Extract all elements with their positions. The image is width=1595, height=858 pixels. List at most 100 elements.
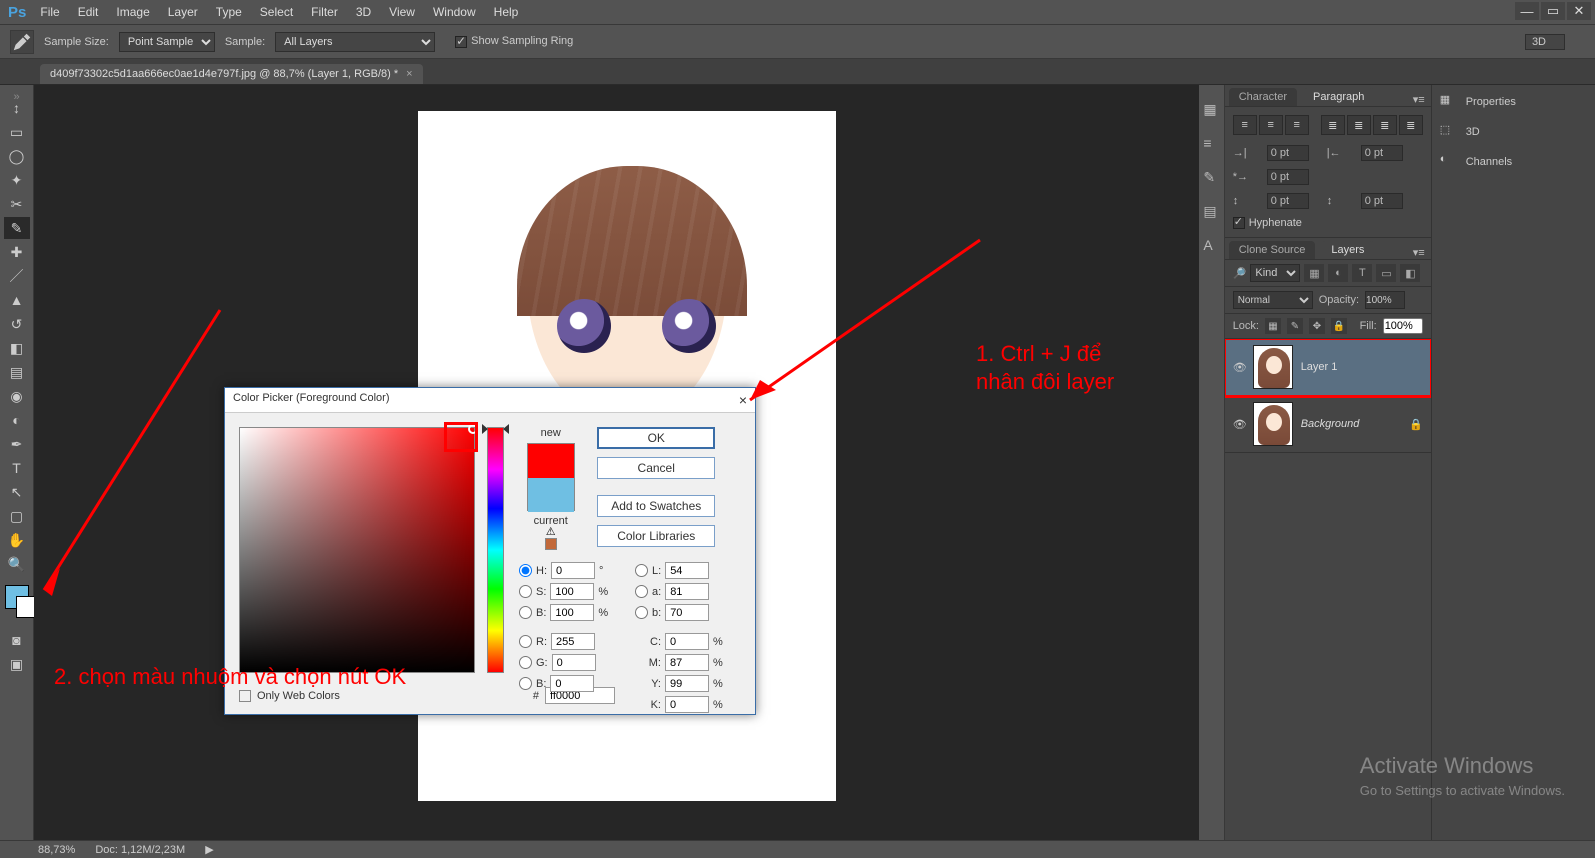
foreground-swatch[interactable]: [5, 585, 29, 609]
space-after-input[interactable]: [1361, 193, 1403, 209]
filter-adjust-icon[interactable]: ◐: [1328, 264, 1348, 282]
sample-size-select[interactable]: Point Sample: [119, 32, 215, 52]
layer-item-background[interactable]: 👁 Background 🔒: [1225, 396, 1431, 453]
filter-smart-icon[interactable]: ◧: [1400, 264, 1420, 282]
screen-modes[interactable]: ▣: [4, 653, 30, 675]
layer-name[interactable]: Layer 1: [1301, 361, 1338, 373]
lasso-tool[interactable]: ◯: [4, 145, 30, 167]
move-tool[interactable]: ↕: [4, 97, 30, 119]
menu-filter[interactable]: Filter: [311, 5, 338, 19]
filter-pixel-icon[interactable]: ▦: [1304, 264, 1324, 282]
close-icon[interactable]: ×: [739, 392, 747, 408]
add-swatches-button[interactable]: Add to Swatches: [597, 495, 715, 517]
lock-transparency-icon[interactable]: ▦: [1265, 318, 1281, 334]
b-input[interactable]: [550, 604, 594, 621]
hyphenate-checkbox[interactable]: [1233, 217, 1245, 229]
status-menu-icon[interactable]: ▶: [205, 843, 213, 856]
shape-tool[interactable]: ▢: [4, 505, 30, 527]
mini-brush-icon[interactable]: ✎: [1203, 169, 1219, 185]
layer-name[interactable]: Background: [1301, 418, 1360, 430]
sample-select[interactable]: All Layers: [275, 32, 435, 52]
h-input[interactable]: [551, 562, 595, 579]
bch-input[interactable]: [550, 675, 594, 692]
menu-file[interactable]: File: [40, 5, 59, 19]
panel-menu-icon[interactable]: ▾≡: [1413, 93, 1425, 106]
layers-panel-menu[interactable]: ▾≡: [1413, 246, 1425, 259]
mini-style-icon[interactable]: A: [1203, 237, 1219, 253]
color-field[interactable]: [239, 427, 475, 673]
ok-button[interactable]: OK: [597, 427, 715, 449]
zoom-level[interactable]: 88,73%: [38, 844, 75, 856]
align-center[interactable]: ≡: [1259, 115, 1283, 135]
gamut-warning-icon[interactable]: ⚠: [546, 526, 556, 538]
filter-type-icon[interactable]: T: [1352, 264, 1372, 282]
only-web-checkbox[interactable]: [239, 690, 251, 702]
fill-input[interactable]: [1383, 318, 1423, 334]
tab-paragraph[interactable]: Paragraph: [1303, 88, 1374, 106]
wand-tool[interactable]: ✦: [4, 169, 30, 191]
menu-layer[interactable]: Layer: [168, 5, 198, 19]
visibility-icon[interactable]: 👁: [1233, 418, 1245, 431]
eyedropper-icon[interactable]: [10, 30, 34, 54]
zoom-tool[interactable]: 🔍: [4, 553, 30, 575]
eyedropper-tool[interactable]: ✎: [4, 217, 30, 239]
bch-radio[interactable]: [519, 677, 532, 690]
r-input[interactable]: [551, 633, 595, 650]
doc-info[interactable]: Doc: 1,12M/2,23M: [95, 844, 185, 856]
window-minimize[interactable]: —: [1515, 2, 1539, 20]
current-color-swatch[interactable]: [528, 478, 574, 512]
close-tab-icon[interactable]: ×: [406, 68, 412, 80]
align-left[interactable]: ≡: [1233, 115, 1257, 135]
hue-slider[interactable]: [487, 427, 504, 673]
menu-help[interactable]: Help: [494, 5, 519, 19]
k-input[interactable]: [665, 696, 709, 713]
history-brush-tool[interactable]: ↺: [4, 313, 30, 335]
eraser-tool[interactable]: ◧: [4, 337, 30, 359]
a-radio[interactable]: [635, 585, 648, 598]
l-radio[interactable]: [635, 564, 648, 577]
tab-clone-source[interactable]: Clone Source: [1229, 241, 1316, 259]
align-right[interactable]: ≡: [1285, 115, 1309, 135]
document-tab[interactable]: d409f73302c5d1aa666ec0ae1d4e797f.jpg @ 8…: [40, 64, 423, 84]
layer-thumbnail[interactable]: [1253, 345, 1293, 389]
indent-right-input[interactable]: [1361, 145, 1403, 161]
hand-tool[interactable]: ✋: [4, 529, 30, 551]
r-radio[interactable]: [519, 635, 532, 648]
layer-filter-kind[interactable]: Kind: [1250, 264, 1300, 282]
menu-image[interactable]: Image: [116, 5, 149, 19]
menu-edit[interactable]: Edit: [78, 5, 99, 19]
s-input[interactable]: [550, 583, 594, 600]
justify-all[interactable]: ≣: [1399, 115, 1423, 135]
justify-left[interactable]: ≣: [1321, 115, 1345, 135]
opacity-input[interactable]: [1365, 291, 1405, 309]
b2-input[interactable]: [665, 604, 709, 621]
visibility-icon[interactable]: 👁: [1233, 361, 1245, 374]
l-input[interactable]: [665, 562, 709, 579]
c-input[interactable]: [665, 633, 709, 650]
window-restore[interactable]: ▭: [1541, 2, 1565, 20]
firstline-input[interactable]: [1267, 169, 1309, 185]
channels-collapsed[interactable]: ◐Channels: [1440, 153, 1587, 171]
tab-character[interactable]: Character: [1229, 88, 1297, 106]
mini-swatch-icon[interactable]: ▤: [1203, 203, 1219, 219]
stamp-tool[interactable]: ▲: [4, 289, 30, 311]
justify-right[interactable]: ≣: [1373, 115, 1397, 135]
tab-layers[interactable]: Layers: [1321, 241, 1374, 259]
g-input[interactable]: [552, 654, 596, 671]
cancel-button[interactable]: Cancel: [597, 457, 715, 479]
heal-tool[interactable]: ✚: [4, 241, 30, 263]
show-ring-checkbox[interactable]: [455, 36, 467, 48]
3d-collapsed[interactable]: ⬚3D: [1440, 123, 1587, 141]
h-radio[interactable]: [519, 564, 532, 577]
filter-shape-icon[interactable]: ▭: [1376, 264, 1396, 282]
dodge-tool[interactable]: ◐: [4, 409, 30, 431]
quick-mask[interactable]: ◙: [4, 629, 30, 651]
b2-radio[interactable]: [635, 606, 648, 619]
layer-thumbnail[interactable]: [1253, 402, 1293, 446]
brush-tool[interactable]: ／: [4, 265, 30, 287]
websafe-swatch[interactable]: [545, 538, 557, 550]
m-input[interactable]: [665, 654, 709, 671]
menu-view[interactable]: View: [389, 5, 415, 19]
crop-tool[interactable]: ✂: [4, 193, 30, 215]
path-tool[interactable]: ↖: [4, 481, 30, 503]
